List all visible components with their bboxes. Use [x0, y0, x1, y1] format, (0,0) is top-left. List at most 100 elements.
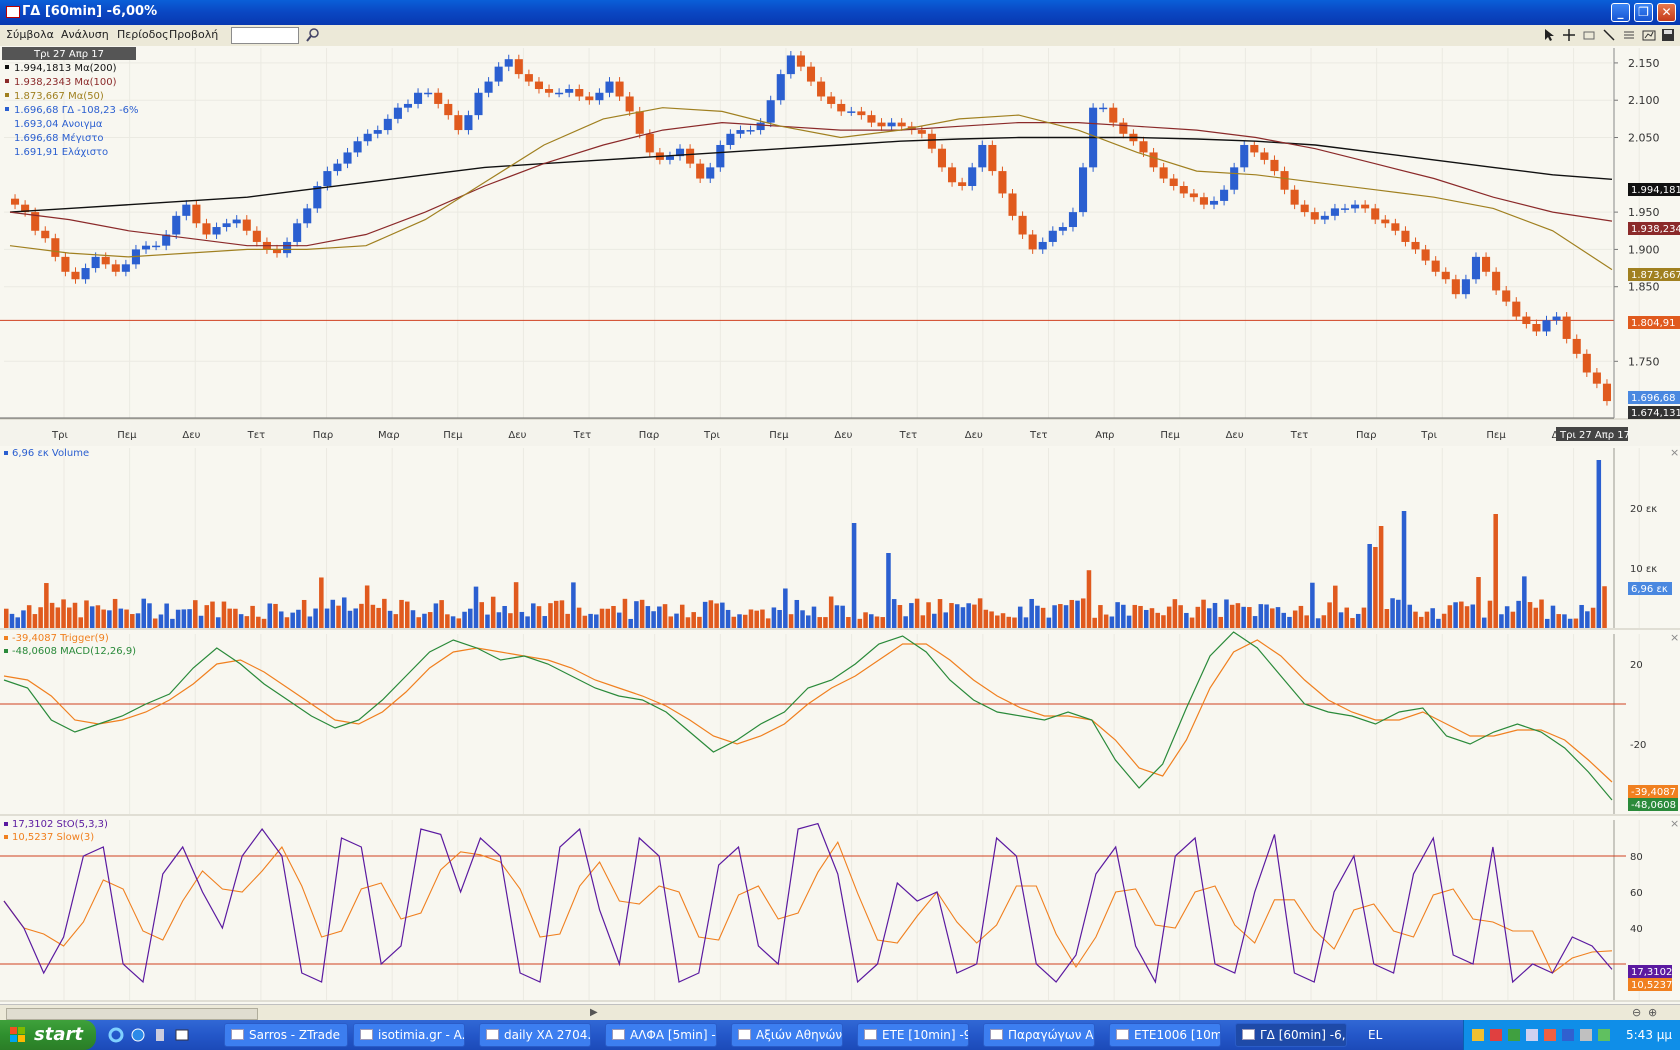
candle-body [1381, 219, 1390, 224]
volume-bar [1298, 605, 1304, 628]
task-ete1006[interactable]: ETE1006 [10m... [1109, 1023, 1221, 1047]
volume-bar [1350, 618, 1355, 628]
volume-bar [1281, 612, 1286, 628]
menu-analysis[interactable]: Ανάλυση [61, 28, 109, 41]
hlines-icon[interactable] [1622, 28, 1636, 42]
volume-bar [943, 612, 949, 628]
save-icon[interactable] [1661, 28, 1675, 42]
candle-body [1048, 230, 1057, 242]
volume-bar [851, 523, 857, 628]
volume-bar [588, 613, 593, 628]
candle-body [927, 133, 936, 149]
volume-bar [1539, 599, 1544, 628]
volume-bar [1126, 615, 1132, 628]
macd-tick-label: 20 [1630, 660, 1643, 671]
candle-body [645, 133, 654, 153]
volume-bar [1355, 613, 1361, 628]
menu-period[interactable]: Περίοδος [117, 28, 169, 41]
volume-bar [1149, 608, 1155, 628]
volume-bar [1075, 600, 1080, 628]
candle-body [1461, 279, 1470, 295]
volume-bar [1602, 586, 1607, 628]
task-axion-athinon[interactable]: Αξιών Αθηνών [731, 1023, 843, 1047]
horizontal-scrollbar[interactable]: ▶ ⊖ ⊕ [0, 1004, 1680, 1021]
task-sarros-ztrade[interactable]: Sarros - ZTrade [224, 1023, 348, 1047]
volume-bar [823, 617, 828, 628]
task-alpha-5min[interactable]: ΑΛΦΑ [5min] -... [605, 1023, 717, 1047]
sto-value-tag-label: 17,3102 [1631, 967, 1672, 978]
menu-view[interactable]: Προβολή [169, 28, 218, 41]
zoom-in-icon[interactable]: ⊕ [1648, 1006, 1657, 1019]
volume-bar [296, 609, 301, 628]
volume-bar [857, 618, 863, 628]
volume-bar [290, 612, 295, 628]
volume-bar [897, 605, 903, 628]
search-icon[interactable] [305, 27, 321, 43]
x-axis-label: Παρ [313, 430, 333, 441]
x-axis-label: Πεμ [769, 430, 789, 441]
candle-body [534, 81, 543, 90]
task-ete-10min[interactable]: ETE [10min] -9... [857, 1023, 969, 1047]
candle-body [91, 256, 100, 269]
chart-area[interactable]: 2.150 2.100 2.050 1.950 1.900 1.850 1.750 Τρι 2… [0, 46, 1680, 1020]
menubar: Σύμβολα Ανάλυση Περίοδος Προβολή [0, 25, 1680, 47]
volume-bar [926, 602, 931, 628]
volume-bar [571, 582, 576, 628]
candle-body [343, 152, 352, 164]
candle-body [1592, 372, 1601, 384]
candle-body [1079, 167, 1088, 213]
zoom-out-icon[interactable]: ⊖ [1632, 1006, 1641, 1019]
volume-bar [1304, 615, 1309, 628]
candle-body [333, 163, 342, 172]
price-tick-label: 1.750 [1628, 355, 1660, 368]
crosshair-icon[interactable] [1562, 28, 1576, 42]
volume-bar [840, 605, 845, 628]
candle-body [1471, 256, 1481, 280]
volume-bar [932, 613, 937, 628]
scrollbar-thumb[interactable] [6, 1008, 258, 1020]
volume-bar [582, 615, 588, 628]
pointer-icon[interactable] [1542, 28, 1556, 42]
volume-bar [158, 614, 164, 628]
volume-bar [198, 615, 204, 628]
volume-bar [261, 618, 267, 628]
volume-bar [639, 599, 645, 628]
show-desktop-icon[interactable] [174, 1027, 190, 1043]
task-isotimia[interactable]: isotimia.gr - A... [353, 1023, 465, 1047]
line-tool-icon[interactable] [1602, 28, 1616, 42]
volume-bar [1424, 611, 1430, 628]
volume-bar [78, 617, 83, 628]
restore-button[interactable]: ❐ [1634, 3, 1653, 22]
volume-bar [995, 615, 1000, 628]
rectangle-icon[interactable] [1582, 28, 1596, 42]
chart-settings-icon[interactable] [1642, 28, 1656, 42]
candle-body [786, 55, 795, 75]
volume-bar [284, 617, 290, 628]
ie-icon-2[interactable] [130, 1027, 146, 1043]
symbol-input[interactable] [231, 27, 299, 44]
language-indicator[interactable]: EL [1368, 1028, 1382, 1042]
volume-bar [559, 600, 565, 628]
scroll-right-arrow[interactable]: ▶ [590, 1007, 598, 1018]
tray-icons[interactable] [1472, 1028, 1622, 1042]
volume-bar [1143, 609, 1149, 628]
price-legend-item: 1.696,68 ΓΔ -108,23 -6% [14, 105, 139, 116]
task-paragogon[interactable]: Παραγώγων Α... [983, 1023, 1095, 1047]
volume-bar [1579, 604, 1584, 628]
volume-bar [1218, 616, 1223, 628]
price-legend-item: 1.693,04 Ανοιγμα [14, 119, 103, 130]
macd-legend-item: -39,4087 Trigger(9) [12, 633, 109, 644]
chart-canvas[interactable]: 2.150 2.100 2.050 1.950 1.900 1.850 1.750 Τρι 2… [0, 46, 1680, 1004]
minimize-button[interactable]: _ [1611, 3, 1630, 22]
media-icon[interactable] [152, 1027, 168, 1043]
start-button[interactable]: start [0, 1020, 96, 1050]
task-gd-60min[interactable]: ΓΔ [60min] -6,... [1235, 1023, 1347, 1047]
candle-body [393, 107, 402, 119]
volume-bar [966, 603, 971, 628]
task-daily-xa[interactable]: daily XA 2704... [479, 1023, 591, 1047]
app-icon [6, 6, 20, 18]
menu-symbols[interactable]: Σύμβολα [6, 28, 54, 41]
close-button[interactable]: ✕ [1657, 3, 1676, 22]
ie-icon[interactable] [108, 1027, 124, 1043]
candle-body [968, 167, 977, 187]
